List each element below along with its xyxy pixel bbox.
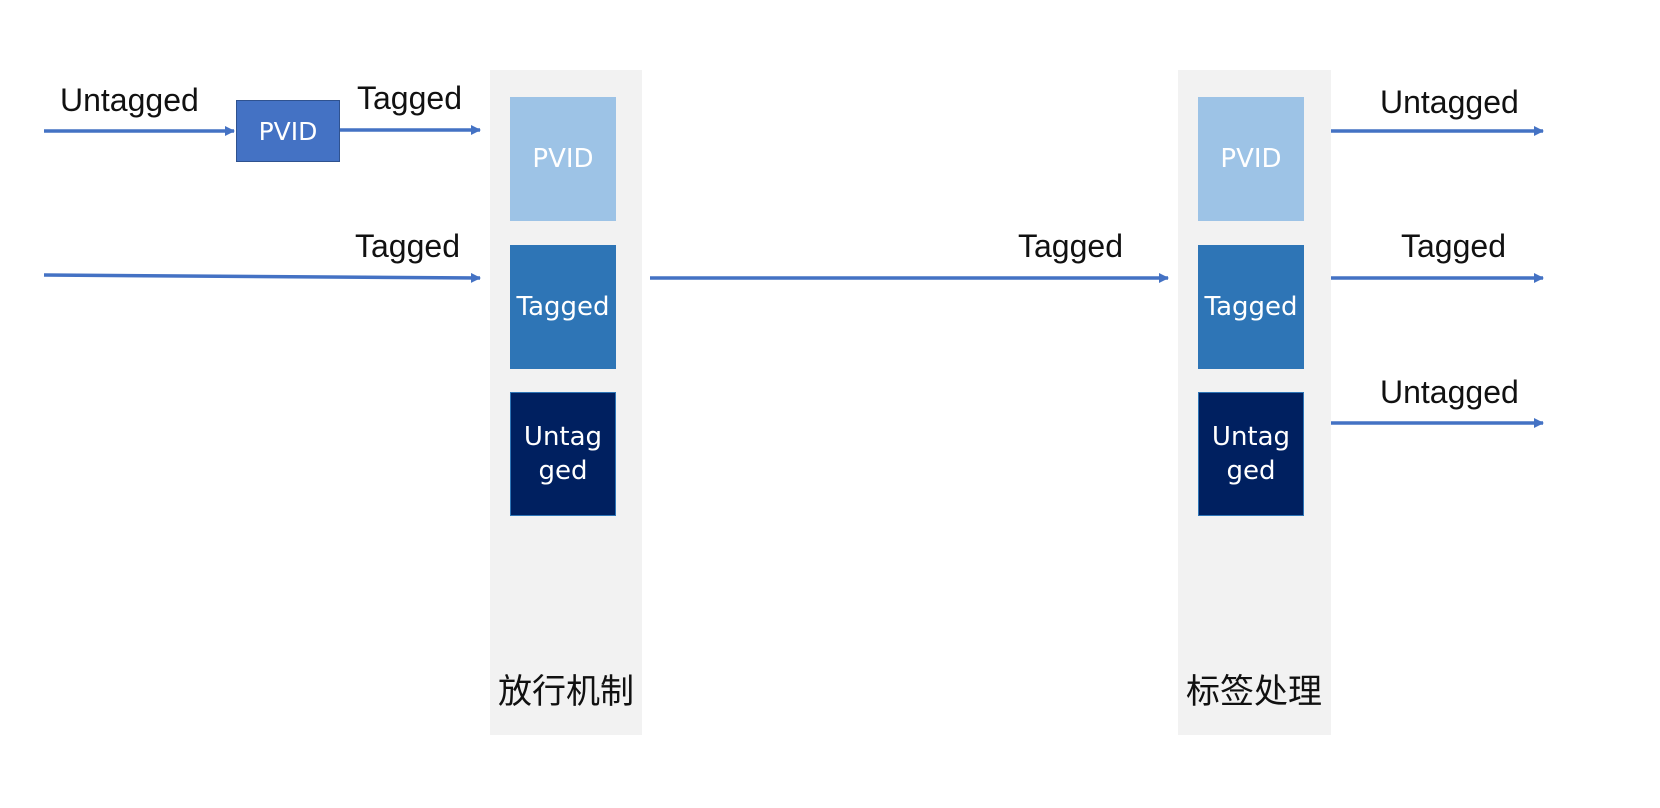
left-tagged-box: Tagged	[510, 245, 616, 369]
right-tagged-box: Tagged	[1198, 245, 1304, 369]
egress-tagged-label: Tagged	[1401, 228, 1506, 264]
egress-untagged-bottom-label: Untagged	[1380, 374, 1519, 410]
ingress-tagged-label: Tagged	[355, 228, 460, 264]
right-column-caption: 标签处理	[1186, 672, 1322, 712]
left-column-caption: 放行机制	[498, 672, 634, 712]
ingress-untagged-label: Untagged	[60, 82, 199, 118]
ingress-pvid-box: PVID	[236, 100, 340, 162]
middle-tagged-label: Tagged	[1018, 228, 1123, 264]
left-untagged-box: Untagged	[510, 392, 616, 516]
egress-untagged-top-label: Untagged	[1380, 84, 1519, 120]
ingress-tagged-after-pvid-label: Tagged	[357, 80, 462, 116]
arrow-ingress-tagged	[43, 272, 481, 283]
left-pvid-box: PVID	[510, 97, 616, 221]
right-untagged-box: Untagged	[1198, 392, 1304, 516]
vlan-tag-diagram: PVID Tagged Untagged 放行机制 PVID Tagged Un…	[0, 0, 1660, 808]
right-pvid-box: PVID	[1198, 97, 1304, 221]
